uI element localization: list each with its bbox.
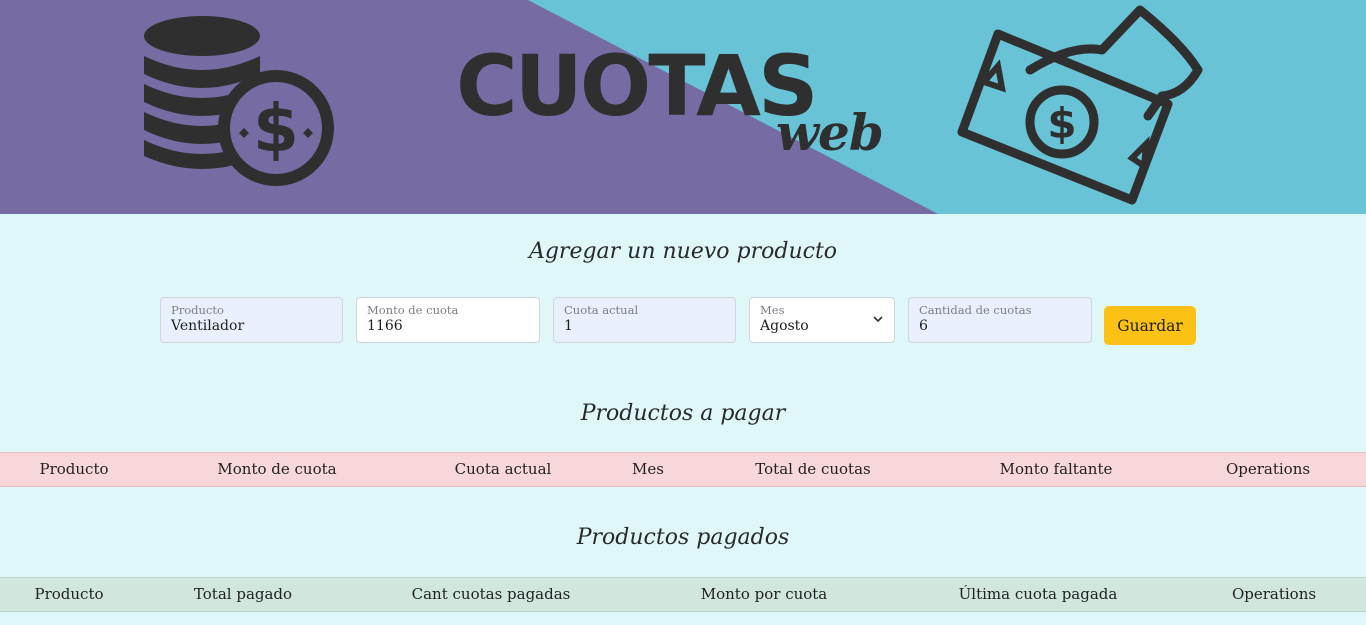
svg-text:$: $ bbox=[253, 90, 299, 167]
pending-col-operations: Operations bbox=[1225, 460, 1311, 478]
product-field-value[interactable]: Ventilador bbox=[171, 317, 332, 335]
pending-col-current-installment: Cuota actual bbox=[454, 460, 552, 478]
paid-col-operations: Operations bbox=[1231, 585, 1317, 603]
pending-table-header: Producto Monto de cuota Cuota actual Mes… bbox=[0, 452, 1366, 487]
paid-col-paid-installments: Cant cuotas pagadas bbox=[411, 585, 571, 603]
product-field-label: Producto bbox=[171, 303, 224, 317]
pending-col-total-installments: Total de cuotas bbox=[755, 460, 871, 478]
paid-col-amount-per-installment: Monto por cuota bbox=[700, 585, 828, 603]
installment-count-value[interactable]: 6 bbox=[919, 317, 1081, 335]
paid-col-product: Producto bbox=[34, 585, 104, 603]
paid-table-header: Producto Total pagado Cant cuotas pagada… bbox=[0, 577, 1366, 612]
logo-title: CUOTAS bbox=[456, 37, 819, 135]
month-select[interactable]: Mes Agosto bbox=[749, 297, 895, 343]
pending-col-remaining-amount: Monto faltante bbox=[999, 460, 1113, 478]
month-select-label: Mes bbox=[760, 303, 785, 317]
current-installment-label: Cuota actual bbox=[564, 303, 639, 317]
pending-col-installment-amount: Monto de cuota bbox=[217, 460, 337, 478]
current-installment-field[interactable]: Cuota actual 1 bbox=[553, 297, 736, 343]
installment-count-field[interactable]: Cantidad de cuotas 6 bbox=[908, 297, 1092, 343]
installment-amount-label: Monto de cuota bbox=[367, 303, 459, 317]
coins-stack-icon: $ bbox=[144, 16, 334, 186]
installment-amount-value[interactable]: 1166 bbox=[367, 317, 529, 335]
pending-products-title: Productos a pagar bbox=[580, 401, 786, 426]
money-hand-icon: $ bbox=[957, 5, 1203, 205]
logo-subtitle: web bbox=[776, 103, 884, 162]
paid-products-title: Productos pagados bbox=[576, 525, 790, 550]
paid-col-total-paid: Total pagado bbox=[193, 585, 293, 603]
svg-text:$: $ bbox=[1047, 99, 1076, 148]
current-installment-value[interactable]: 1 bbox=[564, 317, 725, 335]
chevron-down-icon[interactable] bbox=[872, 314, 884, 324]
month-select-value[interactable]: Agosto bbox=[760, 317, 884, 335]
pending-col-month: Mes bbox=[632, 460, 664, 478]
product-field[interactable]: Producto Ventilador bbox=[160, 297, 343, 343]
paid-col-last-installment-paid: Última cuota pagada bbox=[958, 585, 1118, 603]
installment-amount-field[interactable]: Monto de cuota 1166 bbox=[356, 297, 540, 343]
new-product-form: Producto Ventilador Monto de cuota 1166 … bbox=[0, 297, 1366, 345]
banner: $ CUOTAS web $ bbox=[0, 0, 1366, 214]
pending-col-product: Producto bbox=[39, 460, 109, 478]
form-title: Agregar un nuevo producto bbox=[528, 239, 838, 264]
save-button[interactable]: Guardar bbox=[1104, 306, 1196, 345]
installment-count-label: Cantidad de cuotas bbox=[919, 303, 1032, 317]
